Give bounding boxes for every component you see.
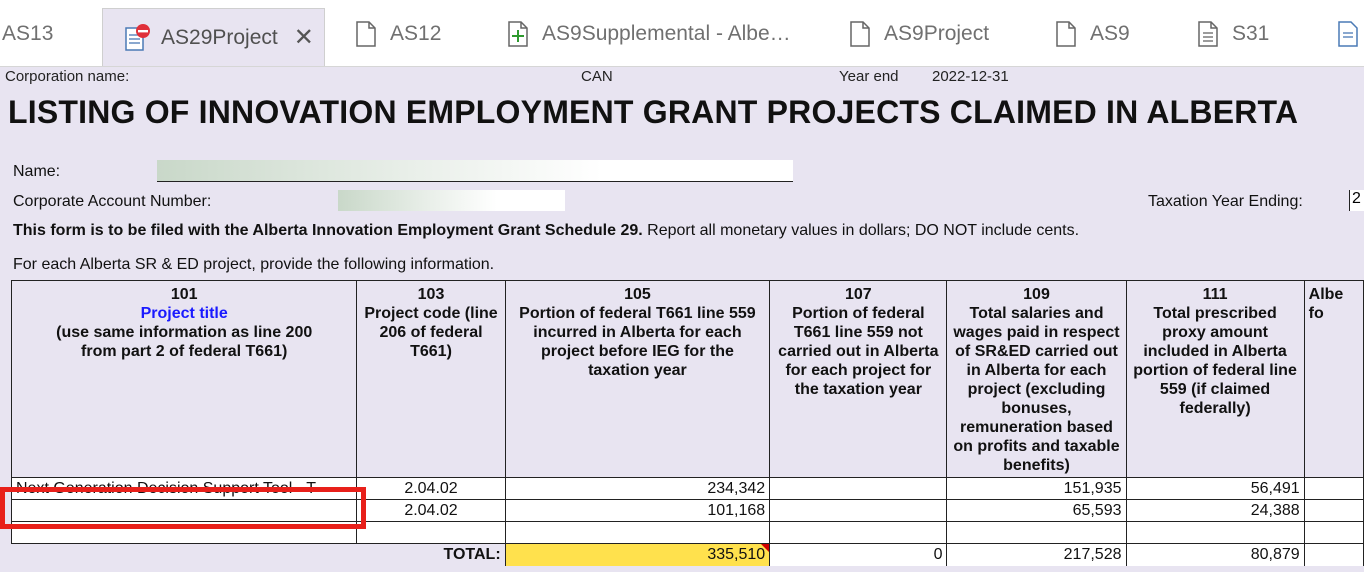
project-code-cell[interactable] xyxy=(356,521,506,544)
line-111-cell[interactable]: 24,388 xyxy=(1125,499,1305,522)
col-number: 111 xyxy=(1202,286,1228,303)
country-value: CAN xyxy=(581,68,613,85)
total-107[interactable]: 0 xyxy=(769,543,948,566)
col-header-103: 103 Project code (line 206 of federal T6… xyxy=(356,280,506,478)
page-title: LISTING OF INNOVATION EMPLOYMENT GRANT P… xyxy=(8,94,1299,130)
col-header-101: 101 Project title (use same information … xyxy=(10,280,358,478)
doc-icon xyxy=(352,19,380,49)
line-107-cell[interactable] xyxy=(769,521,948,544)
line-105-cell[interactable] xyxy=(504,521,771,544)
line-111-cell[interactable]: 56,491 xyxy=(1125,477,1305,500)
tab-label: AS13 xyxy=(2,22,54,45)
line-109-cell[interactable]: 151,935 xyxy=(946,477,1127,500)
col-header-109: 109 Total salaries and wages paid in res… xyxy=(946,280,1127,478)
corporation-name-label: Corporation name: xyxy=(5,68,130,85)
filing-instructions-normal: Report all monetary values in dollars; D… xyxy=(642,222,1080,239)
col-header-105: 105 Portion of federal T661 line 559 inc… xyxy=(504,280,771,478)
total-label: TOTAL: xyxy=(11,543,506,566)
tab-label: AS29Project xyxy=(161,25,278,49)
tab-as9project[interactable]: AS9Project xyxy=(846,8,989,60)
tab-label: S31 xyxy=(1232,22,1270,45)
col-description: (use same information as line 200 from p… xyxy=(56,324,313,360)
line-109-cell[interactable] xyxy=(946,521,1127,544)
tab-as29project[interactable]: AS29Project ✕ xyxy=(102,8,325,66)
tab-as9[interactable]: AS9 xyxy=(1052,8,1130,60)
provide-info-text: For each Alberta SR & ED project, provid… xyxy=(13,256,495,273)
line-107-cell[interactable] xyxy=(769,499,948,522)
tab-as12[interactable]: AS12 xyxy=(352,8,441,60)
col-number: 103 xyxy=(417,286,445,303)
total-105[interactable]: 335,510 xyxy=(504,543,771,566)
col-number: 105 xyxy=(624,286,651,303)
total-alberta[interactable] xyxy=(1303,543,1364,566)
alberta-cell[interactable] xyxy=(1303,521,1364,544)
tab-s31[interactable]: S31 xyxy=(1194,8,1269,60)
col-number: 109 xyxy=(1023,286,1050,303)
highlight-box xyxy=(0,487,366,529)
total-row: TOTAL: 335,510 0 217,528 80,879 xyxy=(11,543,1364,566)
col-header-111: 111 Total prescribed proxy amount includ… xyxy=(1125,280,1305,478)
col-header-alberta: Albe fo xyxy=(1303,280,1364,478)
corporate-account-number-field[interactable] xyxy=(338,190,565,211)
col-description: Total salaries and wages paid in respect… xyxy=(953,305,1120,474)
doc-error-icon xyxy=(123,23,151,53)
col-description: Portion of federal T661 line 559 not car… xyxy=(778,305,939,398)
col-title-link[interactable]: Project title xyxy=(16,304,352,323)
total-109[interactable]: 217,528 xyxy=(946,543,1127,566)
doc-icon xyxy=(1052,19,1080,49)
taxation-year-ending-value: 2 xyxy=(1352,190,1361,207)
tab-label: AS12 xyxy=(390,22,442,45)
doc-icon xyxy=(846,19,874,49)
corporate-account-number-label: Corporate Account Number: xyxy=(13,193,212,210)
line-105-cell[interactable]: 101,168 xyxy=(504,499,771,522)
tab-label: AS9 xyxy=(1090,22,1130,45)
form-area: Corporation name: CAN Year end 2022-12-3… xyxy=(0,67,1364,572)
tab-label: AS9Supplemental - Albe… xyxy=(542,22,791,45)
col-number: 101 xyxy=(170,286,198,303)
total-105-value: 335,510 xyxy=(707,545,766,563)
line-109-cell[interactable]: 65,593 xyxy=(946,499,1127,522)
project-code-cell[interactable]: 2.04.02 xyxy=(356,477,506,500)
filing-instructions-bold: This form is to be filed with the Albert… xyxy=(13,222,643,239)
filing-instructions: This form is to be filed with the Albert… xyxy=(13,222,1079,240)
tab-as13[interactable]: AS13 xyxy=(2,8,53,60)
note-marker-icon xyxy=(761,544,770,552)
col-description: Albe fo xyxy=(1308,286,1344,322)
total-111[interactable]: 80,879 xyxy=(1125,543,1305,566)
tab-label: AS9Project xyxy=(884,22,990,45)
taxation-year-ending-label: Taxation Year Ending: xyxy=(1148,193,1303,210)
close-icon[interactable]: ✕ xyxy=(294,23,314,52)
doc-lines-icon xyxy=(1334,19,1362,49)
col-header-107: 107 Portion of federal T661 line 559 not… xyxy=(769,280,948,478)
alberta-cell[interactable] xyxy=(1303,477,1364,500)
doc-plus-icon xyxy=(504,19,532,49)
col-number: 107 xyxy=(844,286,872,303)
year-end-value: 2022-12-31 xyxy=(932,68,1009,85)
tab-as9supplemental[interactable]: AS9Supplemental - Albe… xyxy=(504,8,791,60)
year-end-label: Year end xyxy=(839,68,899,85)
line-107-cell[interactable] xyxy=(769,477,948,500)
line-105-cell[interactable]: 234,342 xyxy=(504,477,771,500)
doc-lines-icon xyxy=(1194,19,1222,49)
col-description: Total prescribed proxy amount included i… xyxy=(1133,305,1297,417)
table-header-row: 101 Project title (use same information … xyxy=(10,280,1364,478)
tab-overflow[interactable] xyxy=(1334,8,1364,60)
line-111-cell[interactable] xyxy=(1125,521,1305,544)
col-description: Project code (line 206 of federal T661) xyxy=(364,305,498,360)
name-label: Name: xyxy=(13,163,61,180)
taxation-year-ending-field[interactable]: 2 xyxy=(1349,190,1364,211)
name-field[interactable] xyxy=(157,160,793,182)
tab-bar: AS13 AS29Project ✕ AS12 AS9Supplemental … xyxy=(0,0,1364,67)
col-description: Portion of federal T661 line 559 incurre… xyxy=(519,305,756,379)
alberta-cell[interactable] xyxy=(1303,499,1364,522)
project-code-cell[interactable]: 2.04.02 xyxy=(356,499,506,522)
